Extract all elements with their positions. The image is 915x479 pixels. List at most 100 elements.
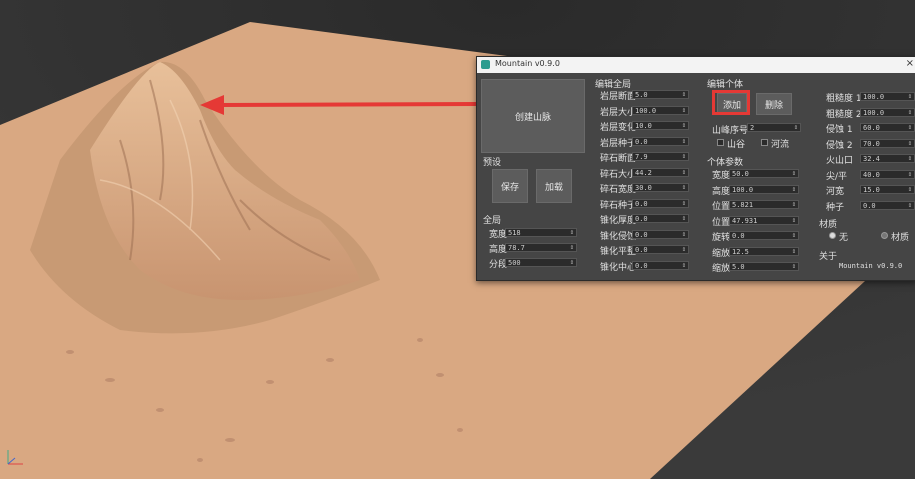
spinner-arrows-icon[interactable]: ⇕ xyxy=(908,139,912,148)
delete-ridge-button[interactable]: 删除 xyxy=(756,93,792,115)
spinner-arrows-icon[interactable]: ⇕ xyxy=(908,92,912,101)
edit-global-field-spinner[interactable]: 30.0 ⇕ xyxy=(632,183,689,192)
edit-global-field-spinner[interactable]: 0.0 ⇕ xyxy=(632,198,689,208)
right-field-spinner[interactable]: 0.0 ⇕ xyxy=(860,200,915,210)
about-version-text: Mountain v0.9.0 xyxy=(839,262,903,270)
individual-field-value: 12.5 xyxy=(732,247,749,256)
valley-label: 山谷 xyxy=(727,140,746,150)
individual-field-label: 高度 xyxy=(712,186,731,197)
spinner-arrows-icon[interactable]: ⇕ xyxy=(682,90,686,99)
river-checkbox[interactable] xyxy=(761,139,768,146)
axis-gizmo-icon xyxy=(7,450,23,465)
edit-global-field-label: 锥化侵蚀 xyxy=(600,231,637,242)
edit-global-field-value: 0.0 xyxy=(635,215,648,223)
edit-global-field-value: 7.9 xyxy=(635,153,648,161)
save-preset-button[interactable]: 保存 xyxy=(492,169,528,203)
right-field-value: 70.0 xyxy=(863,139,880,148)
edit-global-field-spinner[interactable]: 10.0 ⇕ xyxy=(632,121,689,130)
individual-field-spinner[interactable]: 12.5 ⇕ xyxy=(729,246,799,256)
edit-global-field-spinner[interactable]: 7.9 ⇕ xyxy=(632,152,689,161)
right-field-value: 60.0 xyxy=(863,124,880,132)
spinner-arrows-icon[interactable]: ⇕ xyxy=(682,121,686,130)
spinner-arrows-icon[interactable]: ⇕ xyxy=(682,106,686,115)
right-field-spinner[interactable]: 40.0 ⇕ xyxy=(860,169,915,179)
individual-field-spinner[interactable]: 0.0 ⇕ xyxy=(729,231,799,240)
individual-field-spinner[interactable]: 50.0 ⇕ xyxy=(729,169,799,178)
right-field-value: 100.0 xyxy=(863,108,885,117)
edit-global-field-spinner[interactable]: 0.0 ⇕ xyxy=(632,229,689,239)
spinner-arrows-icon[interactable]: ⇕ xyxy=(792,231,796,240)
right-field-spinner[interactable]: 60.0 ⇕ xyxy=(860,123,915,132)
right-field-value: 15.0 xyxy=(863,186,880,194)
edit-global-field-value: 10.0 xyxy=(635,122,652,130)
spinner-arrows-icon[interactable]: ⇕ xyxy=(792,185,796,194)
global-height-spinner[interactable]: 78.7 ⇕ xyxy=(505,243,577,252)
spinner-arrows-icon[interactable]: ⇕ xyxy=(908,154,912,163)
close-icon[interactable]: × xyxy=(906,58,914,69)
spinner-arrows-icon[interactable]: ⇕ xyxy=(682,152,686,161)
edit-global-field-spinner[interactable]: 0.0 ⇕ xyxy=(632,136,689,146)
right-field-label: 侵蚀 2 xyxy=(826,140,853,151)
right-field-label: 粗糙度 2 xyxy=(826,109,862,120)
individual-field-spinner[interactable]: 5.0 ⇕ xyxy=(729,262,799,271)
spinner-arrows-icon[interactable]: ⇕ xyxy=(908,123,912,132)
individual-field-label: 宽度 xyxy=(712,171,731,181)
edit-global-field-spinner[interactable]: 0.0 ⇕ xyxy=(632,214,689,223)
app-icon xyxy=(481,60,490,69)
title-bar: Mountain v0.9.0 × xyxy=(477,57,915,73)
edit-global-field-value: 0.0 xyxy=(635,137,648,146)
edit-global-field-spinner[interactable]: 44.2 ⇕ xyxy=(632,167,689,177)
right-field-spinner[interactable]: 100.0 ⇕ xyxy=(860,107,915,117)
spinner-arrows-icon[interactable]: ⇕ xyxy=(908,170,912,179)
material-mat-label: 材质 xyxy=(891,233,910,243)
edit-global-field-spinner[interactable]: 100.0 ⇕ xyxy=(632,105,689,115)
spinner-arrows-icon[interactable]: ⇕ xyxy=(682,137,686,146)
right-field-spinner[interactable]: 15.0 ⇕ xyxy=(860,185,915,194)
spinner-arrows-icon[interactable]: ⇕ xyxy=(682,199,686,208)
spinner-arrows-icon[interactable]: ⇕ xyxy=(908,201,912,210)
individual-field-value: 47.931 xyxy=(732,216,758,225)
spinner-arrows-icon[interactable]: ⇕ xyxy=(682,261,686,270)
right-field-label: 种子 xyxy=(826,202,845,213)
spinner-arrows-icon[interactable]: ⇕ xyxy=(682,230,686,239)
spinner-arrows-icon[interactable]: ⇕ xyxy=(682,183,686,192)
edit-global-field-label: 碎石种子 xyxy=(600,200,637,211)
ridge-index-label: 山峰序号 xyxy=(712,126,749,136)
right-field-value: 0.0 xyxy=(863,201,876,210)
create-mountain-button[interactable]: 创建山脉 xyxy=(481,79,585,153)
individual-field-spinner[interactable]: 47.931 ⇕ xyxy=(729,215,799,225)
ridge-index-spinner[interactable]: 2 ⇕ xyxy=(747,123,801,132)
spinner-arrows-icon[interactable]: ⇕ xyxy=(682,214,686,223)
edit-global-field-value: 100.0 xyxy=(635,106,657,115)
individual-field-value: 0.0 xyxy=(732,232,745,240)
spinner-arrows-icon[interactable]: ⇕ xyxy=(792,169,796,178)
edit-global-field-spinner[interactable]: 0.0 ⇕ xyxy=(632,260,689,270)
individual-field-spinner[interactable]: 5.821 ⇕ xyxy=(729,200,799,209)
edit-global-field-spinner[interactable]: 5.0 ⇕ xyxy=(632,90,689,99)
spinner-arrows-icon[interactable]: ⇕ xyxy=(792,247,796,256)
valley-checkbox[interactable] xyxy=(717,139,724,146)
material-none-radio[interactable] xyxy=(829,232,836,239)
material-mat-radio[interactable] xyxy=(881,232,888,239)
individual-field-value: 100.0 xyxy=(732,185,754,194)
edit-global-field-label: 碎石大小 xyxy=(600,169,637,180)
right-field-label: 河宽 xyxy=(826,187,845,197)
spinner-arrows-icon[interactable]: ⇕ xyxy=(908,185,912,194)
edit-global-field-spinner[interactable]: 0.0 ⇕ xyxy=(632,245,689,254)
individual-field-spinner[interactable]: 100.0 ⇕ xyxy=(729,184,799,194)
spinner-arrows-icon[interactable]: ⇕ xyxy=(792,262,796,271)
right-field-spinner[interactable]: 32.4 ⇕ xyxy=(860,154,915,163)
spinner-arrows-icon[interactable]: ⇕ xyxy=(792,200,796,209)
load-preset-button[interactable]: 加载 xyxy=(536,169,572,203)
about-title: 关于 xyxy=(819,252,838,262)
global-segments-spinner[interactable]: 500 ⇕ xyxy=(505,258,577,267)
spinner-arrows-icon[interactable]: ⇕ xyxy=(792,216,796,225)
spinner-arrows-icon[interactable]: ⇕ xyxy=(908,108,912,117)
right-field-spinner[interactable]: 100.0 ⇕ xyxy=(860,92,915,101)
global-width-spinner[interactable]: 518 ⇕ xyxy=(505,228,577,237)
spinner-arrows-icon[interactable]: ⇕ xyxy=(682,245,686,254)
right-field-value: 32.4 xyxy=(863,155,880,163)
edit-global-field-label: 锥化中心 xyxy=(600,262,637,273)
right-field-spinner[interactable]: 70.0 ⇕ xyxy=(860,138,915,148)
spinner-arrows-icon[interactable]: ⇕ xyxy=(682,168,686,177)
